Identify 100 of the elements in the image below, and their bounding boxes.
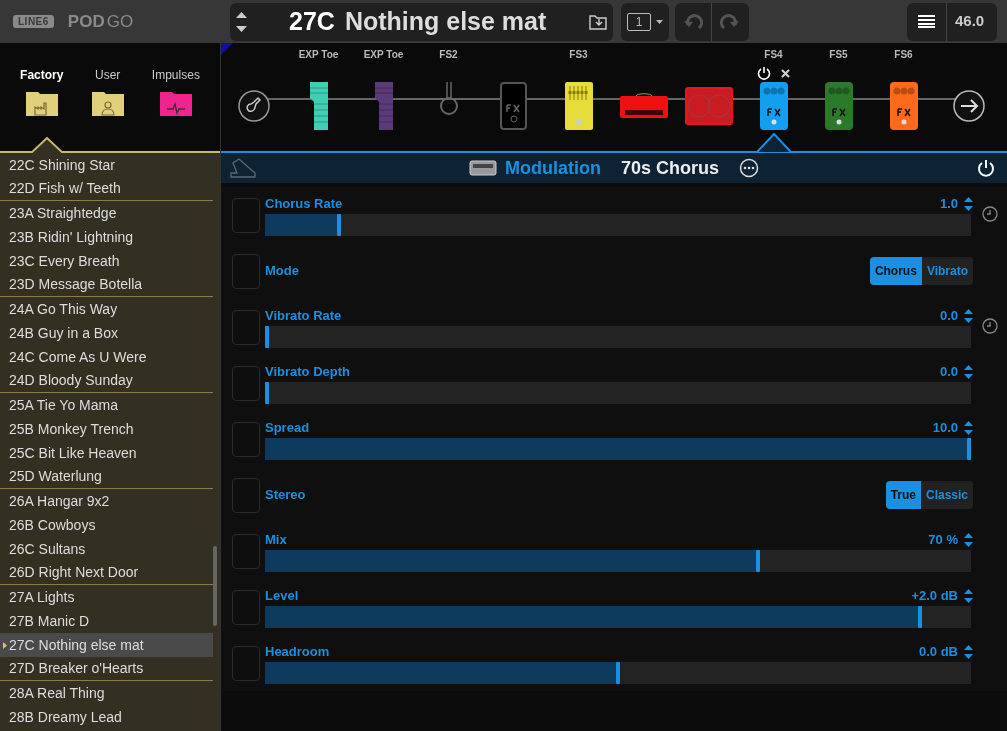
power-icon[interactable] [977, 159, 995, 177]
spinner-arrows-icon[interactable] [964, 589, 973, 603]
spinner-arrows-icon[interactable] [964, 533, 973, 547]
expression-pedal-icon[interactable] [307, 82, 330, 130]
preset-item[interactable]: 24D Bloody Sunday [0, 369, 213, 393]
fx-pedal[interactable] [889, 82, 918, 130]
chain-slot[interactable]: FS5 [806, 43, 871, 131]
undo-icon[interactable] [683, 12, 703, 31]
param-value: 0.0 [939, 307, 958, 326]
slider-handle[interactable] [616, 662, 620, 684]
spinner-arrows-icon[interactable] [964, 645, 973, 659]
library-tab[interactable]: User [91, 66, 124, 116]
library-tab[interactable]: Impulses [151, 66, 200, 116]
param-label: Chorus Rate [265, 195, 343, 214]
tab-label: User [95, 67, 121, 84]
chain-slot[interactable]: FS4 [741, 43, 806, 131]
library-tab[interactable]: Factory [20, 66, 64, 116]
fx-pedal[interactable] [824, 82, 853, 130]
preset-item[interactable]: 28B Dreamy Lead [0, 705, 213, 729]
spinner-arrows-icon[interactable] [964, 309, 973, 323]
preset-item[interactable]: 22C Shining Star [0, 153, 213, 177]
preset-label: 28A Real Thing [9, 683, 105, 703]
spinner-arrows-icon[interactable] [964, 421, 973, 435]
preset-label: 27B Manic D [9, 611, 90, 631]
slider-track[interactable] [265, 214, 971, 236]
fx-pedal[interactable] [759, 82, 788, 130]
preset-number: 27C [289, 5, 335, 37]
speaker-cabinet-icon[interactable] [684, 87, 733, 125]
slider-track[interactable] [265, 662, 971, 684]
chain-slot[interactable]: FS3 [546, 43, 611, 131]
preset-item[interactable]: 27D Breaker o'Hearts [0, 657, 213, 681]
knobs-icon [762, 86, 785, 96]
preset-label: 23C Every Breath [9, 251, 120, 271]
preset-item[interactable]: 25C Bit Like Heaven [0, 441, 213, 465]
preset-item[interactable]: 25B Monkey Trench [0, 417, 213, 441]
preset-item[interactable]: 25A Tie Yo Mama [0, 393, 213, 417]
preset-item[interactable]: 22D Fish w/ Teeth [0, 177, 213, 201]
more-options-icon[interactable] [739, 158, 759, 178]
slider-track[interactable] [265, 382, 971, 404]
chain-slot[interactable]: EXP Toe [286, 43, 351, 131]
preset-label: 25A Tie Yo Mama [9, 395, 118, 415]
preset-label: 22D Fish w/ Teeth [9, 179, 121, 198]
chain-slot[interactable]: FS6 [871, 43, 936, 131]
amp-head-icon[interactable] [619, 93, 668, 119]
preset-item[interactable]: 24C Come As U Were [0, 345, 213, 369]
footswitch-label: FS6 [894, 48, 913, 62]
up-down-arrows-icon[interactable] [236, 9, 247, 34]
preset-item[interactable]: 23B Ridin' Lightning [0, 225, 213, 249]
pedal-icon[interactable] [229, 157, 257, 179]
preset-item[interactable]: 24A Go This Way [0, 297, 213, 321]
close-icon[interactable] [781, 68, 790, 78]
slider-handle[interactable] [967, 438, 971, 460]
slider-handle[interactable] [756, 550, 761, 572]
slider-handle[interactable] [337, 214, 342, 236]
save-folder-icon[interactable] [589, 13, 607, 30]
empty-fx-block[interactable] [500, 82, 527, 130]
slider-track[interactable] [265, 606, 971, 628]
clock-icon[interactable] [982, 318, 998, 334]
preset-item[interactable]: 27C Nothing else mat [0, 633, 213, 657]
preset-item[interactable]: 25D Waterlung [0, 465, 213, 489]
chain-slot[interactable]: EXP Toe [351, 43, 416, 131]
preset-item[interactable]: 26C Sultans [0, 537, 213, 561]
param-label: Level [265, 587, 299, 606]
preset-item[interactable]: 23A Straightedge [0, 201, 213, 225]
preset-item[interactable]: 28A Real Thing [0, 681, 213, 705]
slider-track[interactable] [265, 550, 971, 572]
preset-label: 27C Nothing else mat [9, 635, 144, 655]
spinner-arrows-icon[interactable] [964, 365, 973, 379]
preset-item[interactable]: 23C Every Breath [0, 249, 213, 273]
list-icon[interactable] [918, 15, 935, 28]
power-icon[interactable] [757, 66, 771, 80]
guitar-input-icon[interactable] [237, 90, 270, 122]
slider-handle[interactable] [265, 326, 269, 348]
snapshot-button[interactable]: 1 [621, 2, 669, 41]
preset-item[interactable]: 23D Message Botella [0, 273, 213, 297]
tempo-value[interactable]: 46.0 [955, 10, 985, 33]
scrollbar-thumb[interactable] [213, 546, 217, 626]
redo-icon[interactable] [720, 12, 740, 31]
preset-name-field[interactable]: 27C Nothing else mat [230, 2, 613, 41]
preset-item[interactable]: 24B Guy in a Box [0, 321, 213, 345]
block-model[interactable]: 70s Chorus [620, 154, 719, 182]
preset-item[interactable]: 26B Cowboys [0, 513, 213, 537]
preset-label: 22C Shining Star [9, 155, 115, 175]
param-label: Spread [265, 419, 310, 438]
toggle-option[interactable]: Chorus [869, 257, 922, 285]
param-value: 0.0 [939, 363, 958, 382]
spinner-arrows-icon[interactable] [964, 197, 973, 211]
preset-label: 26A Hangar 9x2 [9, 491, 110, 511]
preset-item[interactable]: 27B Manic D [0, 609, 213, 633]
slider-handle[interactable] [265, 382, 269, 404]
preset-item[interactable]: 26A Hangar 9x2 [0, 489, 213, 513]
caret-icon [656, 19, 663, 24]
clock-icon[interactable] [982, 206, 998, 222]
eq-pedal-icon[interactable] [564, 82, 593, 130]
chain-slot[interactable]: FS2 [416, 43, 481, 131]
toggle-option[interactable]: True [885, 481, 921, 509]
preset-item[interactable]: 27A Lights [0, 585, 213, 609]
slider-track[interactable] [265, 438, 971, 460]
slider-handle[interactable] [917, 606, 922, 628]
slider-track[interactable] [265, 326, 971, 348]
